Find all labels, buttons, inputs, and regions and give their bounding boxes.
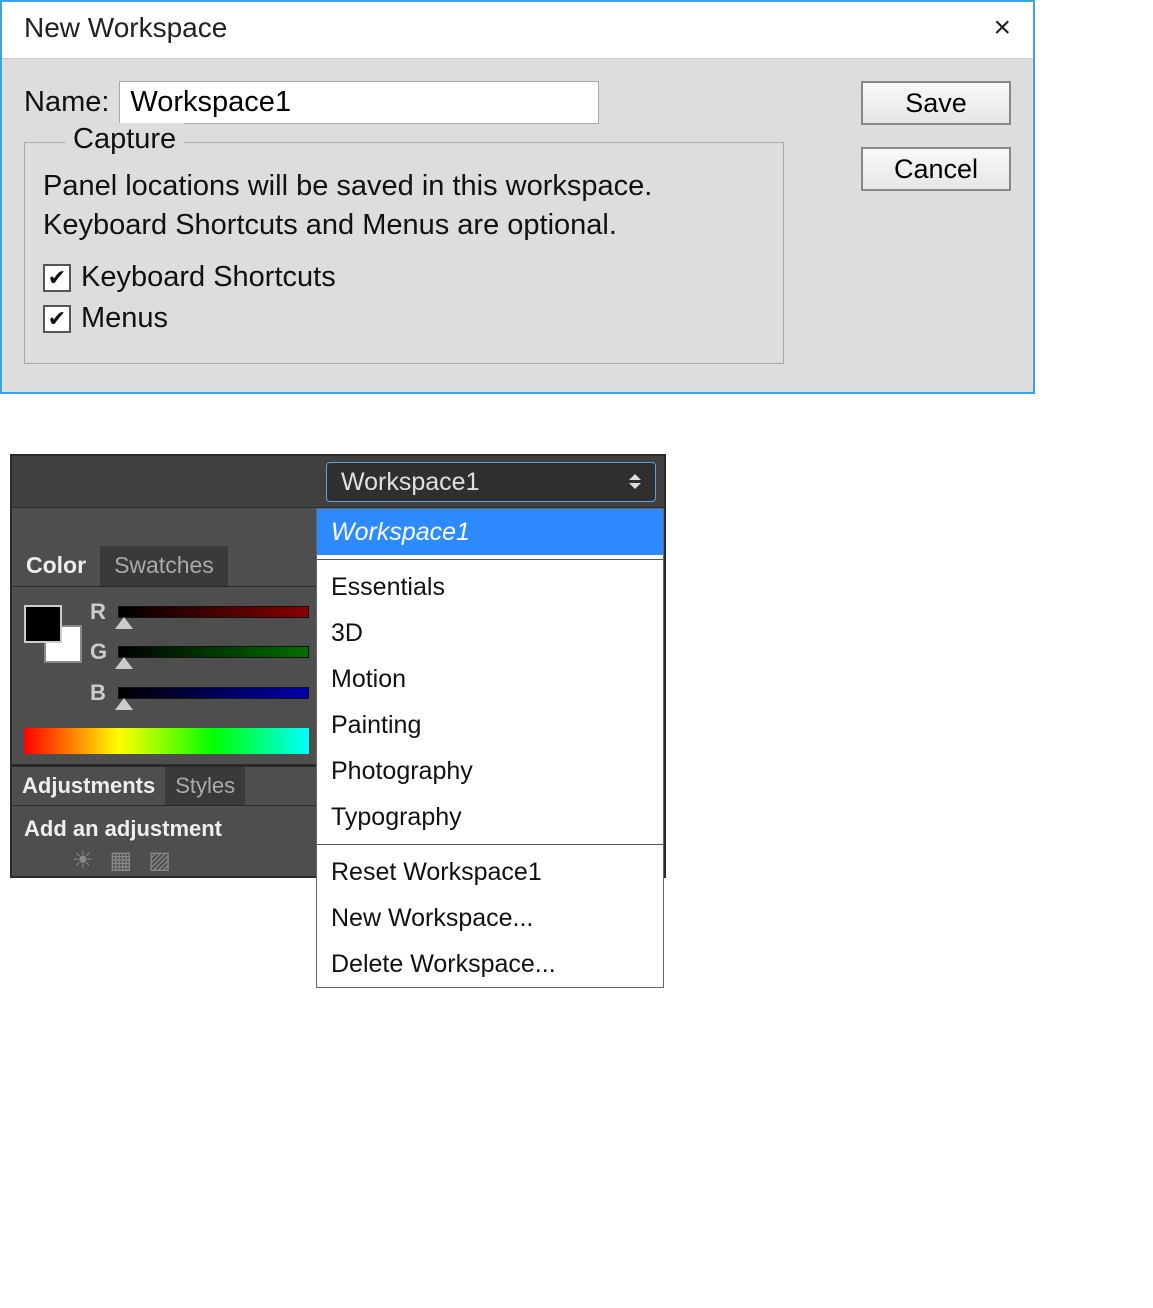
- name-label: Name:: [24, 86, 109, 119]
- workspace-menu-item-essentials[interactable]: Essentials: [317, 564, 663, 610]
- dialog-titlebar: New Workspace ×: [2, 2, 1033, 58]
- channel-label-b: B: [90, 680, 112, 706]
- workspace-menu-item-3d[interactable]: 3D: [317, 610, 663, 656]
- dialog-buttons: Save Cancel: [861, 81, 1011, 191]
- slider-thumb-icon[interactable]: [115, 617, 133, 629]
- slider-thumb-icon[interactable]: [115, 698, 133, 710]
- new-workspace-dialog: New Workspace × Name: Capture Panel loca…: [0, 0, 1035, 394]
- adjustments-panel-tabs: Adjustments Styles: [12, 767, 319, 806]
- checkbox-label: Menus: [81, 302, 168, 335]
- channel-label-r: R: [90, 599, 112, 625]
- workspace-menu: Workspace1 Essentials 3D Motion Painting…: [316, 508, 664, 988]
- workspace-menu-item-motion[interactable]: Motion: [317, 656, 663, 702]
- color-slider-area: R G B: [24, 599, 309, 720]
- color-spectrum[interactable]: [24, 728, 309, 754]
- left-panels: Color Swatches R G: [12, 508, 320, 875]
- updown-icon: [629, 474, 641, 489]
- panels-area: Workspace1 Color Swatches R: [10, 454, 666, 877]
- name-row: Name:: [24, 81, 831, 124]
- slider-track-r[interactable]: [118, 606, 309, 618]
- workspace-switcher[interactable]: Workspace1: [326, 462, 656, 502]
- capture-description: Panel locations will be saved in this wo…: [43, 167, 765, 245]
- slider-r[interactable]: R: [90, 599, 309, 625]
- checkbox-label: Keyboard Shortcuts: [81, 261, 336, 294]
- workspace-switcher-label: Workspace1: [341, 467, 480, 497]
- dialog-title: New Workspace: [24, 12, 227, 44]
- foreground-background-swatches[interactable]: [24, 605, 82, 663]
- channel-label-g: G: [90, 639, 112, 665]
- curves-icon[interactable]: ▨: [148, 847, 171, 876]
- checkbox-keyboard-shortcuts[interactable]: ✔ Keyboard Shortcuts: [43, 261, 765, 294]
- slider-g[interactable]: G: [90, 639, 309, 665]
- cancel-button[interactable]: Cancel: [861, 147, 1011, 191]
- color-panel-tabs: Color Swatches: [12, 546, 319, 587]
- capture-legend: Capture: [65, 123, 184, 156]
- panels-content: Color Swatches R G: [12, 508, 664, 875]
- capture-groupbox: Capture Panel locations will be saved in…: [24, 142, 784, 364]
- save-button[interactable]: Save: [861, 81, 1011, 125]
- slider-thumb-icon[interactable]: [115, 657, 133, 669]
- workspace-menu-item-reset[interactable]: Reset Workspace1: [317, 849, 663, 895]
- slider-track-g[interactable]: [118, 646, 309, 658]
- workspace-menu-item-photography[interactable]: Photography: [317, 748, 663, 794]
- checkbox-menus[interactable]: ✔ Menus: [43, 302, 765, 335]
- levels-icon[interactable]: ▦: [110, 847, 133, 876]
- app-bar: Workspace1: [12, 456, 664, 508]
- checkbox-icon[interactable]: ✔: [43, 264, 71, 292]
- menu-divider: [317, 844, 663, 845]
- slider-b[interactable]: B: [90, 680, 309, 706]
- adjustments-panel: Adjustments Styles Add an adjustment ☀ ▦…: [12, 765, 319, 876]
- adjustment-icons-row: ☀ ▦ ▨: [12, 847, 319, 876]
- workspace-menu-item-delete[interactable]: Delete Workspace...: [317, 941, 663, 987]
- tab-styles[interactable]: Styles: [165, 767, 245, 805]
- workspace-menu-item-typography[interactable]: Typography: [317, 794, 663, 840]
- name-input[interactable]: [119, 81, 599, 124]
- menu-divider: [317, 559, 663, 560]
- checkbox-icon[interactable]: ✔: [43, 305, 71, 333]
- tab-adjustments[interactable]: Adjustments: [12, 767, 165, 805]
- add-adjustment-label: Add an adjustment: [12, 806, 319, 846]
- workspace-menu-item-workspace1[interactable]: Workspace1: [317, 509, 663, 555]
- dialog-form: Name: Capture Panel locations will be sa…: [24, 81, 831, 364]
- slider-track-b[interactable]: [118, 687, 309, 699]
- rgb-sliders: R G B: [90, 599, 309, 720]
- brightness-contrast-icon[interactable]: ☀: [72, 847, 94, 876]
- color-panel: R G B: [12, 587, 319, 765]
- workspace-menu-item-painting[interactable]: Painting: [317, 702, 663, 748]
- workspace-menu-item-new[interactable]: New Workspace...: [317, 895, 663, 941]
- dialog-body: Name: Capture Panel locations will be sa…: [2, 58, 1033, 392]
- foreground-swatch[interactable]: [24, 605, 62, 643]
- tab-color[interactable]: Color: [12, 546, 100, 586]
- close-icon[interactable]: ×: [989, 13, 1015, 43]
- tab-swatches[interactable]: Swatches: [100, 546, 228, 586]
